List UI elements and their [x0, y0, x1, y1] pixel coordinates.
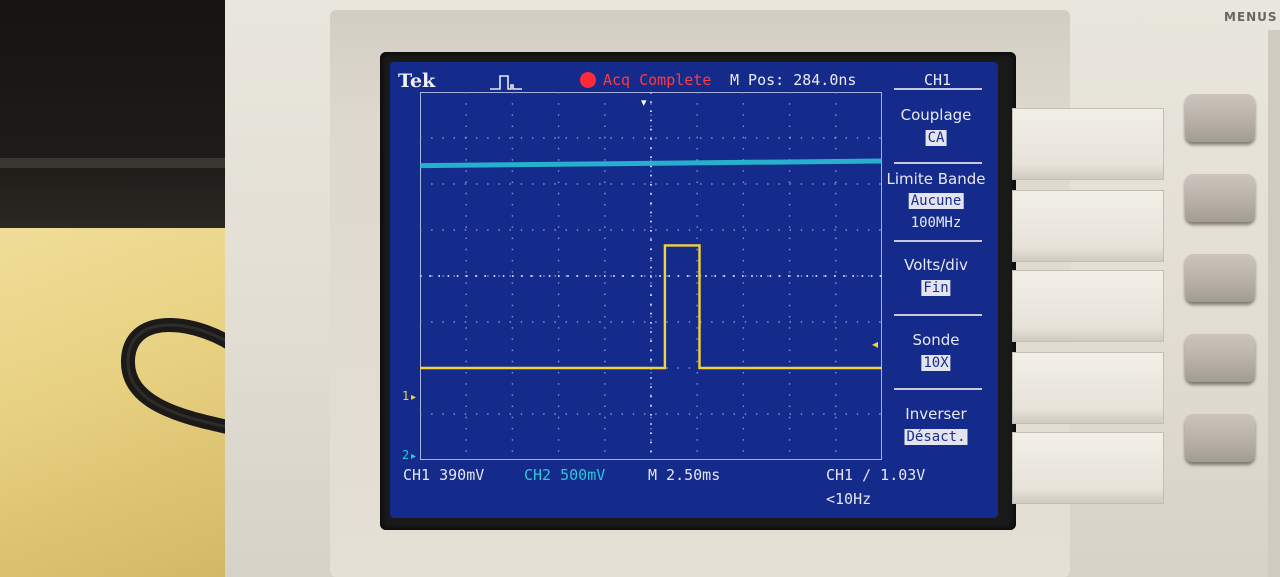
option-slot-5: [1012, 432, 1164, 504]
horizontal-position: M Pos: 284.0ns: [730, 71, 857, 89]
option-slot-4: [1012, 352, 1164, 424]
acquisition-indicator-icon: [580, 72, 596, 88]
trigger-readout: CH1 ∕ 1.03V: [826, 466, 926, 484]
option-slot-3: [1012, 270, 1164, 342]
ch2-ground-arrow-icon: ▸: [411, 451, 417, 462]
limite-bande-value-extra: 100MHz: [910, 215, 962, 231]
probe-cable: [120, 318, 247, 437]
trigger-frequency-readout: <10Hz: [826, 490, 872, 508]
limite-bande-label: Limite Bande: [886, 170, 986, 188]
menu-divider: [894, 240, 982, 242]
ch1-scale-readout: CH1 390mV: [403, 466, 485, 484]
waveform-graticule: [420, 92, 882, 460]
side-menu: Couplage CA Limite Bande Aucune 100MHz V…: [886, 88, 986, 478]
trigger-level-arrow-icon: ◂: [872, 337, 879, 351]
sonde-label: Sonde: [912, 331, 960, 349]
trace-ch2: [420, 158, 882, 169]
bottom-readout: CH1 390mV CH2 500mV M 2.50ms CH1 ∕ 1.03V…: [390, 466, 998, 516]
oscilloscope-screen: Tek Acq Complete M Pos: 284.0ns CH1 1 ▸ …: [390, 62, 998, 518]
option-slot-2: [1012, 190, 1164, 262]
option-button-1[interactable]: [1185, 94, 1255, 142]
trigger-position-arrow-icon: ▾: [641, 96, 647, 109]
option-button-2[interactable]: [1185, 174, 1255, 222]
trigger-pulse-icon: [490, 75, 522, 90]
right-panel-rail: [1268, 30, 1280, 577]
volts-div-value: Fin: [921, 280, 951, 296]
timebase-readout: M 2.50ms: [648, 466, 721, 484]
limite-bande-value: Aucune: [908, 193, 964, 209]
volts-div-label: Volts/div: [904, 256, 968, 274]
inverser-label: Inverser: [905, 405, 967, 423]
option-button-5[interactable]: [1185, 414, 1255, 462]
ch2-scale-readout: CH2 500mV: [524, 466, 606, 484]
ch2-ground-marker: 2: [402, 448, 410, 462]
couplage-value: CA: [925, 130, 947, 146]
menu-divider: [894, 314, 982, 316]
brand-logo: Tek: [398, 70, 436, 92]
menus-label: MENUS: [1224, 10, 1278, 24]
option-button-4[interactable]: [1185, 334, 1255, 382]
option-button-3[interactable]: [1185, 254, 1255, 302]
ch1-ground-marker: 1: [402, 389, 410, 403]
sonde-value: 10X: [921, 355, 951, 371]
ch1-ground-arrow-icon: ▸: [411, 392, 417, 403]
couplage-label: Couplage: [900, 106, 972, 124]
option-slot-1: [1012, 108, 1164, 180]
menu-channel-title: CH1: [924, 71, 952, 89]
inverser-value: Désact.: [904, 429, 968, 445]
menu-divider: [894, 88, 982, 90]
acquisition-status: Acq Complete: [603, 71, 712, 89]
menu-divider: [894, 162, 982, 164]
menu-divider: [894, 388, 982, 390]
